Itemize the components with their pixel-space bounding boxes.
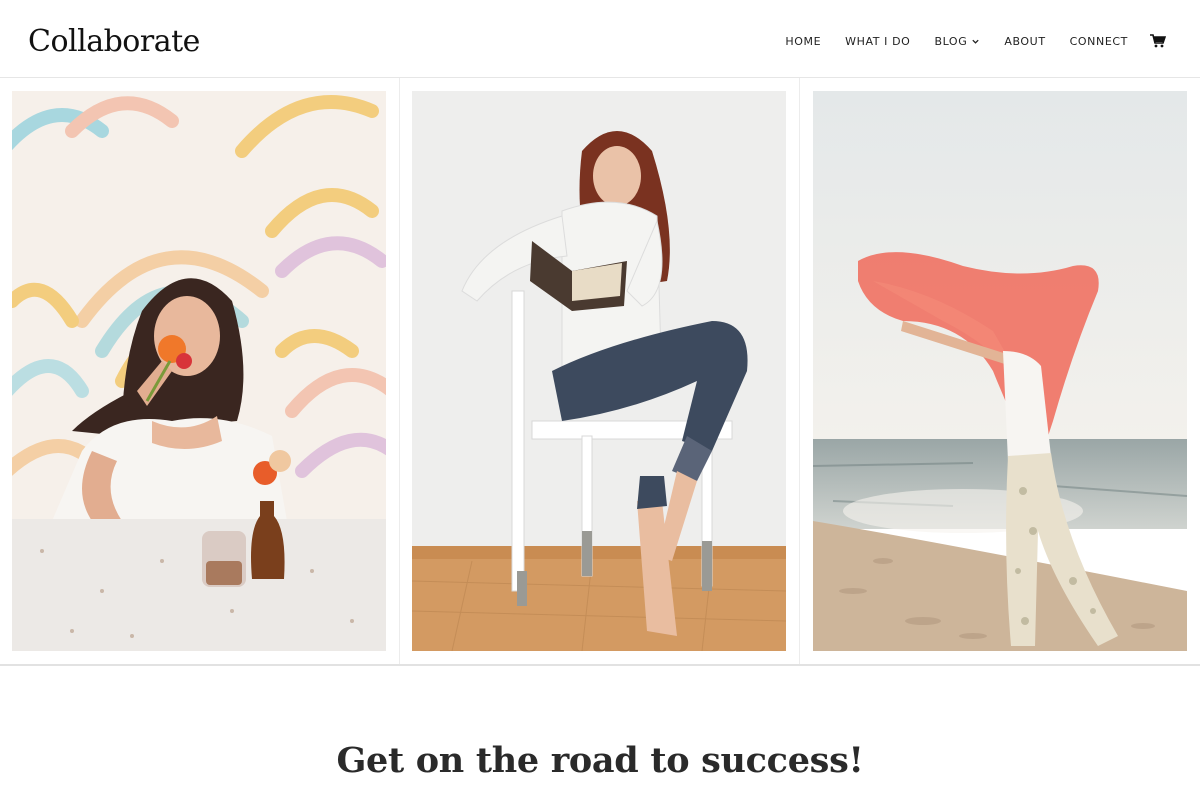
section-heading: Get on the road to success!	[336, 740, 864, 781]
nav-item-what-i-do[interactable]: WHAT I DO	[845, 35, 910, 48]
column-divider	[799, 78, 800, 664]
chevron-down-icon	[972, 39, 979, 44]
cart-icon[interactable]	[1150, 34, 1166, 48]
column-divider	[399, 78, 400, 664]
nav-item-blog-label: BLOG	[934, 34, 968, 48]
main-nav: HOME WHAT I DO BLOG ABOUT CONNECT	[761, 34, 1166, 48]
site-header: Collaborate HOME WHAT I DO BLOG ABOUT CO…	[0, 0, 1200, 78]
nav-item-connect[interactable]: CONNECT	[1070, 35, 1128, 48]
gallery-image-flowers[interactable]	[12, 91, 386, 651]
gallery-image-beach[interactable]	[813, 91, 1187, 651]
nav-item-about[interactable]: ABOUT	[1004, 35, 1045, 48]
nav-item-home[interactable]: HOME	[785, 35, 821, 48]
gallery-image-reading[interactable]	[412, 91, 786, 651]
photo-gallery	[0, 78, 1200, 666]
nav-item-blog[interactable]: BLOG	[934, 35, 980, 48]
site-logo[interactable]: Collaborate	[28, 24, 200, 59]
